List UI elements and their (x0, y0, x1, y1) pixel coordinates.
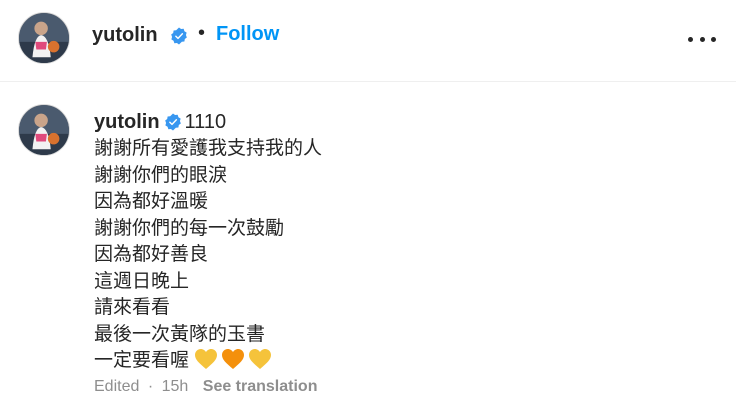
caption-line: 這週日晚上 (94, 270, 190, 292)
avatar-photo-icon (19, 105, 69, 155)
post-header: yutolin • Follow (0, 0, 736, 82)
caption-prefix: 1110 (184, 110, 227, 133)
edited-label: Edited (94, 378, 140, 395)
yellow-heart-icon (195, 349, 218, 369)
dot (711, 36, 716, 42)
caption-line: 因為都好溫暖 (94, 191, 209, 212)
post-meta: Edited · 15h See translation (94, 378, 317, 396)
meta-dot: · (147, 378, 154, 395)
dot (699, 36, 705, 42)
see-translation-link[interactable]: See translation (203, 378, 318, 395)
header-username[interactable]: yutolin (92, 24, 158, 47)
caption-username[interactable]: yutolin (94, 109, 160, 136)
caption-line: 一定要看喔 (94, 350, 190, 371)
verified-badge-icon (164, 113, 181, 131)
dot (688, 36, 693, 42)
header-separator: • (198, 22, 206, 44)
caption-line: 因為都好善良 (94, 244, 209, 265)
avatar-photo-icon (19, 13, 69, 63)
follow-button[interactable]: Follow (216, 23, 279, 46)
orange-heart-icon (222, 349, 245, 369)
caption: yutolin 1110 謝謝所有愛護我支持我的人 謝謝你們的眼淚 因為都好溫暖… (94, 110, 714, 375)
caption-avatar[interactable] (18, 104, 70, 156)
caption-last-line: 一定要看喔 (94, 348, 714, 375)
yellow-heart-icon (249, 349, 272, 369)
caption-line: 謝謝你們的每一次鼓勵 (94, 217, 285, 239)
header-avatar[interactable] (18, 12, 70, 64)
more-options-icon[interactable] (688, 36, 716, 42)
caption-line: 請來看看 (94, 297, 171, 318)
caption-line: 最後一次黃隊的玉書 (94, 323, 266, 345)
caption-head: yutolin 1110 (94, 110, 714, 134)
caption-line: 謝謝你們的眼淚 (94, 164, 228, 186)
verified-badge-icon (171, 27, 187, 45)
caption-line: 謝謝所有愛護我支持我的人 (94, 138, 323, 159)
timestamp[interactable]: 15h (162, 378, 189, 395)
